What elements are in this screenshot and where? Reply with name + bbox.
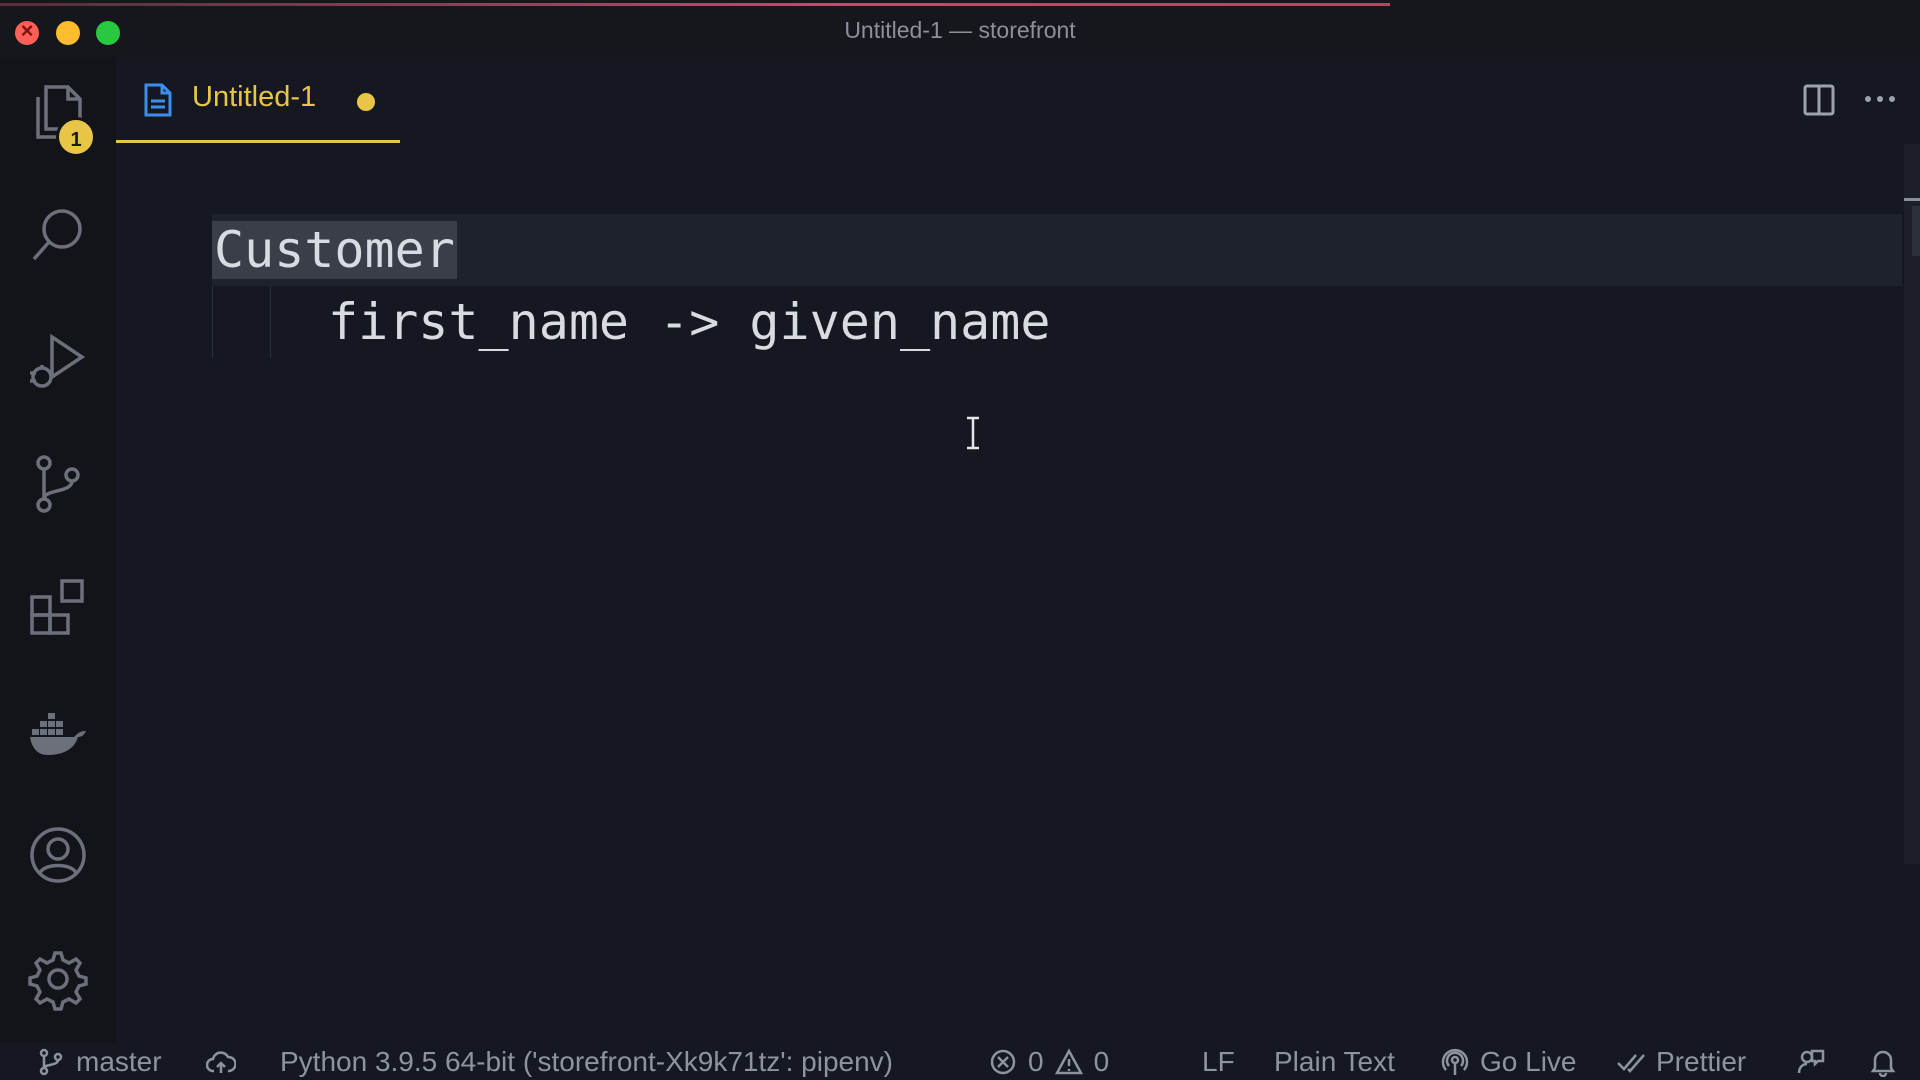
problems-status[interactable]: 0 0 <box>988 1044 1109 1080</box>
tab-bar: Untitled-1 <box>116 57 1920 144</box>
text-cursor-icon <box>967 416 979 450</box>
language-mode[interactable]: Plain Text <box>1274 1044 1395 1080</box>
go-live-label: Go Live <box>1480 1046 1577 1077</box>
broadcast-icon <box>1441 1048 1469 1075</box>
tab-untitled-1[interactable]: Untitled-1 <box>116 57 400 143</box>
feedback-button[interactable] <box>1796 1044 1826 1080</box>
python-interpreter[interactable]: Python 3.9.5 64-bit ('storefront-Xk9k71t… <box>280 1044 893 1080</box>
cloud-upload-icon <box>206 1051 236 1073</box>
scrollbar-cursor-marker <box>1904 198 1920 201</box>
activity-bar: 1 <box>0 57 116 1042</box>
file-icon <box>144 83 172 117</box>
settings-gear-icon[interactable] <box>26 947 90 1011</box>
error-count: 0 <box>1028 1046 1044 1077</box>
docker-icon[interactable] <box>26 699 90 763</box>
language-label: Plain Text <box>1274 1046 1395 1077</box>
vscode-window: Untitled-1 — storefront 1 <box>0 0 1920 1080</box>
run-debug-icon[interactable] <box>26 327 90 391</box>
eol-status[interactable]: LF <box>1202 1044 1235 1080</box>
code-line-1[interactable]: Customer <box>212 214 457 286</box>
unsaved-changes-dot[interactable] <box>357 93 375 111</box>
window-title: Untitled-1 — storefront <box>844 17 1076 43</box>
git-branch-icon <box>39 1048 63 1076</box>
explorer-badge: 1 <box>56 117 96 157</box>
go-live-button[interactable]: Go Live <box>1440 1044 1577 1080</box>
prettier-label: Prettier <box>1656 1046 1747 1077</box>
title-bar: Untitled-1 — storefront <box>0 0 1920 57</box>
eol-label: LF <box>1202 1046 1235 1077</box>
code-line-2[interactable]: first_name -> given_name <box>328 286 1050 358</box>
tab-label: Untitled-1 <box>192 81 317 113</box>
warning-count: 0 <box>1093 1046 1110 1077</box>
prettier-status[interactable]: Prettier <box>1616 1044 1746 1080</box>
split-editor-icon[interactable] <box>1802 83 1836 117</box>
selected-word: Customer <box>212 221 457 279</box>
interpreter-label: Python 3.9.5 64-bit ('storefront-Xk9k71t… <box>280 1046 894 1077</box>
vertical-scrollbar[interactable] <box>1904 144 1920 864</box>
account-icon[interactable] <box>26 823 90 887</box>
more-actions-icon[interactable] <box>1860 79 1900 119</box>
notifications-button[interactable] <box>1868 1044 1898 1080</box>
editor-area[interactable]: Customer first_name -> given_name <box>116 144 1920 1042</box>
current-line-highlight <box>212 214 1902 286</box>
warning-icon <box>1054 1048 1083 1075</box>
status-bar: master Python 3.9.5 64-bit ('storefront-… <box>0 1042 1920 1080</box>
feedback-icon <box>1797 1049 1825 1074</box>
indent-guide <box>270 286 271 358</box>
double-check-icon <box>1617 1054 1645 1073</box>
branch-status[interactable]: master <box>36 1044 162 1080</box>
title-accent-line <box>0 3 1390 6</box>
bell-icon <box>1870 1050 1896 1077</box>
sync-status[interactable] <box>206 1044 236 1080</box>
extensions-icon[interactable] <box>26 575 90 639</box>
source-control-icon[interactable] <box>26 451 90 515</box>
scrollbar-overview-mark <box>1912 206 1920 256</box>
search-icon[interactable] <box>26 203 90 267</box>
indent-guide <box>212 286 213 358</box>
error-icon <box>990 1049 1016 1075</box>
branch-name: master <box>76 1046 162 1077</box>
